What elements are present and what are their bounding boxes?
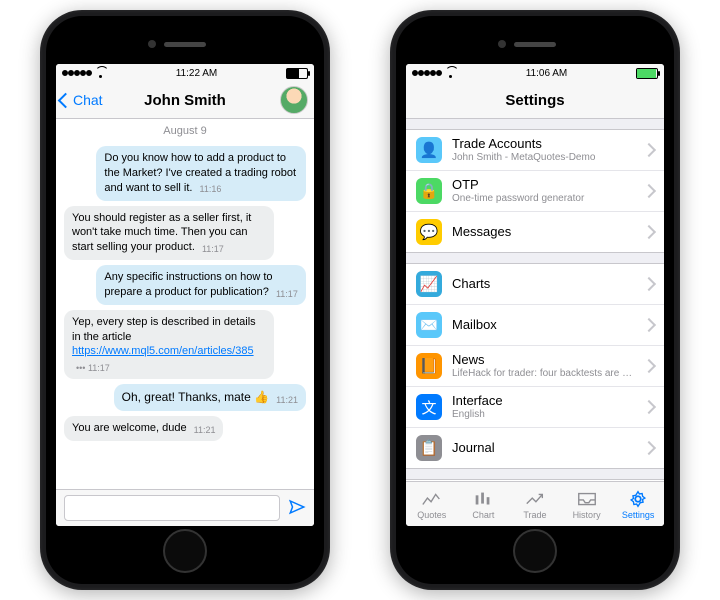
- row-mailbox[interactable]: ✉️ Mailbox: [406, 305, 664, 346]
- row-charts[interactable]: 📈 Charts: [406, 264, 664, 305]
- row-interface[interactable]: 文 Interface English: [406, 387, 664, 428]
- wifi-icon: [95, 68, 107, 78]
- timestamp: 11:21: [276, 394, 298, 406]
- phone-chat: 11:22 AM Chat John Smith August 9 Do you…: [40, 10, 330, 590]
- message-out: Do you know how to add a product to the …: [96, 146, 306, 201]
- row-journal[interactable]: 📋 Journal: [406, 428, 664, 468]
- page-title: John Smith: [144, 92, 226, 109]
- chevron-right-icon: [642, 318, 656, 332]
- date-header: August 9: [64, 125, 306, 137]
- row-otp[interactable]: 🔒 OTP One-time password generator: [406, 171, 664, 212]
- tab-quotes[interactable]: Quotes: [406, 482, 458, 526]
- battery-icon: [286, 68, 308, 79]
- page-title: Settings: [505, 92, 564, 109]
- message-in: Yep, every step is described in details …: [64, 310, 274, 379]
- timestamp: 11:16: [200, 183, 222, 195]
- tab-chart[interactable]: Chart: [458, 482, 510, 526]
- article-link[interactable]: https://www.mql5.com/en/articles/385: [72, 345, 254, 357]
- home-button[interactable]: [163, 529, 207, 573]
- row-trade-accounts[interactable]: 👤 Trade Accounts John Smith - MetaQuotes…: [406, 130, 664, 171]
- timestamp: ••• 11:17: [76, 362, 110, 374]
- chevron-right-icon: [642, 184, 656, 198]
- globe-icon: 文: [416, 394, 442, 420]
- lock-icon: 🔒: [416, 178, 442, 204]
- nav-bar: Settings: [406, 82, 664, 119]
- status-bar: 11:22 AM: [56, 64, 314, 82]
- tab-bar: Quotes Chart Trade History Settings: [406, 481, 664, 526]
- row-news[interactable]: 📙 News LifeHack for trader: four backtes…: [406, 346, 664, 387]
- timestamp: 11:17: [276, 288, 298, 300]
- inbox-icon: [576, 489, 598, 509]
- person-icon: 👤: [416, 137, 442, 163]
- message-out: Oh, great! Thanks, mate 👍 11:21: [114, 384, 306, 411]
- message-out: Any specific instructions on how to prep…: [96, 265, 306, 305]
- battery-icon: [636, 68, 658, 79]
- chevron-right-icon: [642, 400, 656, 414]
- phone-settings: 11:06 AM Settings 👤 Trade Accounts John …: [390, 10, 680, 590]
- chat-icon: 💬: [416, 219, 442, 245]
- settings-group: 📈 Charts ✉️ Mailbox 📙 News LifeHack for …: [406, 263, 664, 469]
- chevron-left-icon: [58, 92, 74, 108]
- settings-body[interactable]: 👤 Trade Accounts John Smith - MetaQuotes…: [406, 119, 664, 481]
- tab-history[interactable]: History: [561, 482, 613, 526]
- chevron-right-icon: [642, 225, 656, 239]
- trend-icon: [524, 489, 546, 509]
- chart-icon: 📈: [416, 271, 442, 297]
- wifi-icon: [445, 68, 457, 78]
- candles-icon: [472, 489, 494, 509]
- back-label: Chat: [73, 92, 103, 108]
- row-messages[interactable]: 💬 Messages: [406, 212, 664, 252]
- home-button[interactable]: [513, 529, 557, 573]
- row-about[interactable]: ℹ️ About: [406, 480, 664, 481]
- compose-bar: [56, 489, 314, 526]
- message-in: You are welcome, dude 11:21: [64, 416, 223, 441]
- send-icon[interactable]: [288, 498, 306, 519]
- quotes-icon: [421, 489, 443, 509]
- nav-bar: Chat John Smith: [56, 82, 314, 119]
- signal-icon: [412, 68, 442, 79]
- tab-trade[interactable]: Trade: [509, 482, 561, 526]
- status-bar: 11:06 AM: [406, 64, 664, 82]
- signal-icon: [62, 68, 92, 79]
- chat-body[interactable]: August 9 Do you know how to add a produc…: [56, 119, 314, 489]
- timestamp: 11:17: [202, 243, 224, 255]
- back-button[interactable]: Chat: [60, 92, 103, 108]
- settings-group: ℹ️ About: [406, 479, 664, 481]
- mail-icon: ✉️: [416, 312, 442, 338]
- clock: 11:06 AM: [526, 68, 568, 79]
- clock: 11:22 AM: [176, 68, 218, 79]
- settings-group: 👤 Trade Accounts John Smith - MetaQuotes…: [406, 129, 664, 253]
- chevron-right-icon: [642, 441, 656, 455]
- news-icon: 📙: [416, 353, 442, 379]
- message-input[interactable]: [64, 495, 280, 521]
- chevron-right-icon: [642, 277, 656, 291]
- chevron-right-icon: [642, 359, 656, 373]
- message-in: You should register as a seller first, i…: [64, 206, 274, 261]
- gear-icon: [627, 489, 649, 509]
- journal-icon: 📋: [416, 435, 442, 461]
- timestamp: 11:21: [194, 424, 216, 436]
- chevron-right-icon: [642, 143, 656, 157]
- tab-settings[interactable]: Settings: [612, 482, 664, 526]
- avatar[interactable]: [280, 86, 308, 114]
